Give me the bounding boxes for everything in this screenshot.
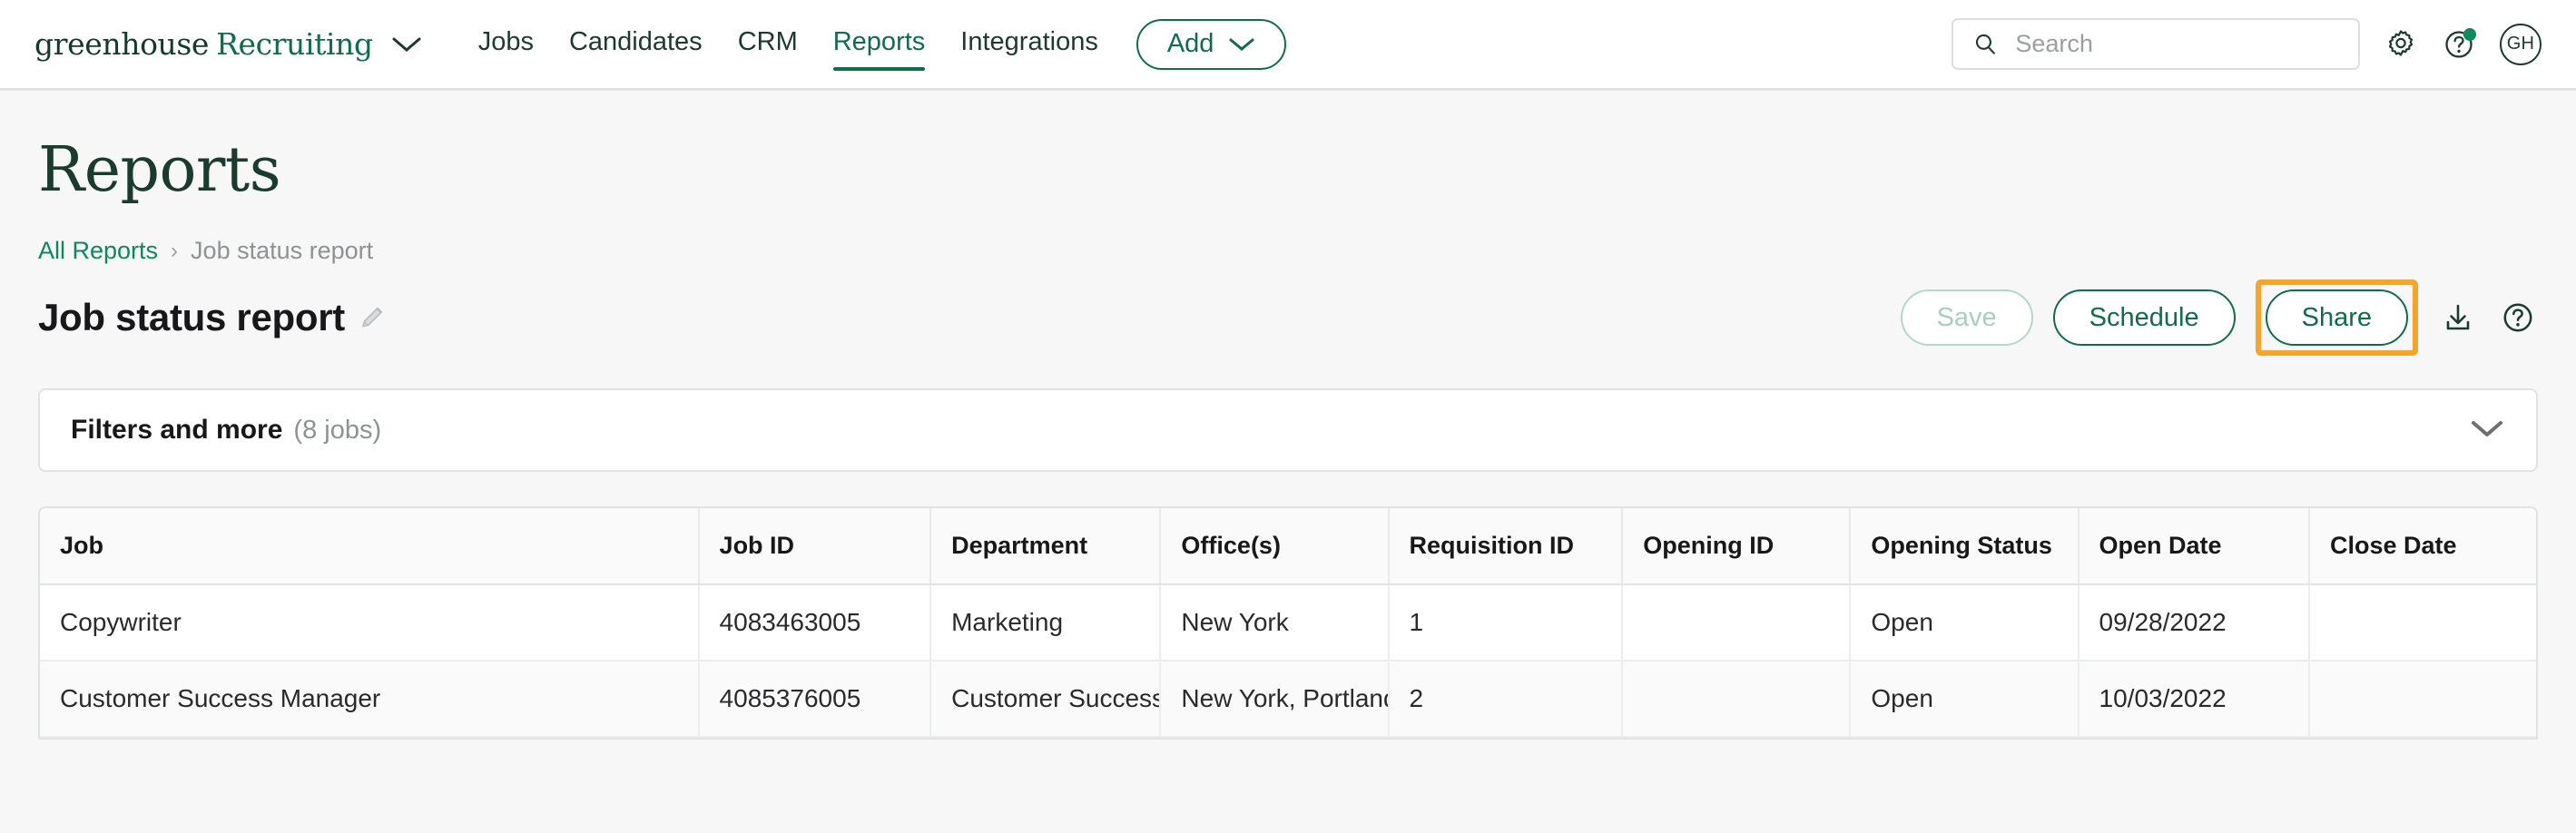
column-header-job[interactable]: Job	[40, 508, 700, 585]
filters-job-count: (8 jobs)	[293, 415, 382, 445]
cell-opening-id	[1622, 584, 1852, 662]
job-status-table: Job Job ID Department Office(s) Requisit…	[40, 508, 2536, 738]
cell-offices: New York, Portland	[1160, 661, 1390, 738]
column-header-offices[interactable]: Office(s)	[1160, 508, 1390, 585]
nav-item-candidates[interactable]: Candidates	[569, 27, 703, 62]
notification-dot	[2463, 27, 2476, 41]
avatar[interactable]: GH	[2500, 23, 2542, 65]
schedule-button[interactable]: Schedule	[2052, 289, 2236, 346]
cell-job-id: 4085376005	[698, 661, 932, 738]
page-title: Reports	[38, 134, 281, 206]
column-header-opening-id[interactable]: Opening ID	[1622, 508, 1852, 585]
chevron-down-icon	[1229, 38, 1254, 51]
search-box[interactable]	[1952, 18, 2360, 70]
cell-opening-id	[1622, 661, 1852, 738]
app-root: greenhouse Recruiting Jobs Candidates CR…	[0, 0, 2576, 833]
cell-opening-status: Open	[1850, 661, 2079, 738]
save-button[interactable]: Save	[1900, 289, 2033, 346]
download-button[interactable]	[2438, 299, 2478, 336]
nav-item-jobs[interactable]: Jobs	[478, 27, 534, 62]
table-row[interactable]: Customer Success Manager 4085376005 Cust…	[40, 661, 2536, 738]
breadcrumb: All Reports › Job status report	[38, 237, 2538, 265]
cell-offices: New York	[1160, 584, 1390, 662]
report-header: Job status report Save Schedule Share	[38, 279, 2538, 356]
table-header-row: Job Job ID Department Office(s) Requisit…	[40, 508, 2536, 585]
help-button[interactable]	[2442, 27, 2476, 62]
add-button[interactable]: Add	[1136, 18, 1287, 70]
nav-item-reports[interactable]: Reports	[832, 27, 925, 71]
column-header-requisition-id[interactable]: Requisition ID	[1388, 508, 1624, 585]
cell-department: Customer Success	[930, 661, 1162, 738]
nav-item-integrations[interactable]: Integrations	[960, 27, 1098, 62]
column-header-close-date[interactable]: Close Date	[2308, 508, 2536, 585]
add-button-label: Add	[1166, 29, 1214, 58]
cell-requisition-id: 2	[1388, 661, 1624, 738]
brand-name-primary: greenhouse	[34, 26, 210, 62]
primary-nav-links: Jobs Candidates CRM Reports Integrations	[478, 27, 1098, 71]
cell-opening-status: Open	[1850, 584, 2079, 662]
report-title: Job status report	[38, 296, 345, 338]
settings-gear-button[interactable]	[2384, 27, 2418, 62]
cell-job: Customer Success Manager	[40, 661, 700, 738]
share-button[interactable]: Share	[2265, 289, 2408, 346]
page-body: Reports All Reports › Job status report …	[0, 134, 2576, 740]
cell-job: Copywriter	[40, 584, 700, 662]
table-row[interactable]: Copywriter 4083463005 Marketing New York…	[40, 584, 2536, 662]
share-button-highlight: Share	[2255, 279, 2418, 356]
cell-open-date: 10/03/2022	[2078, 661, 2310, 738]
column-header-open-date[interactable]: Open Date	[2078, 508, 2310, 585]
brand-logo[interactable]: greenhouse Recruiting	[34, 26, 422, 62]
breadcrumb-separator-icon: ›	[171, 238, 179, 263]
edit-report-name-button[interactable]	[358, 302, 388, 333]
cell-open-date: 09/28/2022	[2078, 584, 2310, 662]
filters-and-more-panel[interactable]: Filters and more (8 jobs)	[38, 388, 2538, 472]
table-header: Job Job ID Department Office(s) Requisit…	[40, 508, 2536, 585]
chevron-down-icon[interactable]	[2469, 417, 2505, 444]
report-help-button[interactable]	[2498, 299, 2538, 336]
download-icon	[2446, 304, 2470, 330]
pencil-icon	[362, 307, 383, 328]
brand-name-secondary: Recruiting	[216, 26, 373, 62]
breadcrumb-all-reports[interactable]: All Reports	[38, 237, 158, 265]
search-icon	[1975, 34, 1995, 54]
cell-department: Marketing	[930, 584, 1162, 662]
top-navigation-bar: greenhouse Recruiting Jobs Candidates CR…	[0, 0, 2576, 91]
cell-job-id: 4083463005	[698, 584, 932, 662]
report-actions: Save Schedule Share	[1900, 279, 2538, 356]
cell-requisition-id: 1	[1388, 584, 1624, 662]
job-status-table-card: Job Job ID Department Office(s) Requisit…	[38, 506, 2538, 740]
chevron-down-icon[interactable]	[391, 35, 422, 54]
search-input[interactable]	[2013, 29, 2338, 59]
nav-item-crm[interactable]: CRM	[738, 27, 798, 62]
column-header-opening-status[interactable]: Opening Status	[1850, 508, 2079, 585]
column-header-department[interactable]: Department	[930, 508, 1162, 585]
table-body: Copywriter 4083463005 Marketing New York…	[40, 584, 2536, 738]
filters-title: Filters and more	[71, 415, 283, 445]
cell-close-date	[2308, 661, 2536, 738]
breadcrumb-current: Job status report	[191, 237, 374, 264]
cell-close-date	[2308, 584, 2536, 662]
question-mark-circle-icon	[2503, 303, 2532, 332]
gear-icon	[2388, 29, 2414, 56]
nav-right-cluster: GH	[1952, 18, 2542, 70]
column-header-job-id[interactable]: Job ID	[698, 508, 932, 585]
